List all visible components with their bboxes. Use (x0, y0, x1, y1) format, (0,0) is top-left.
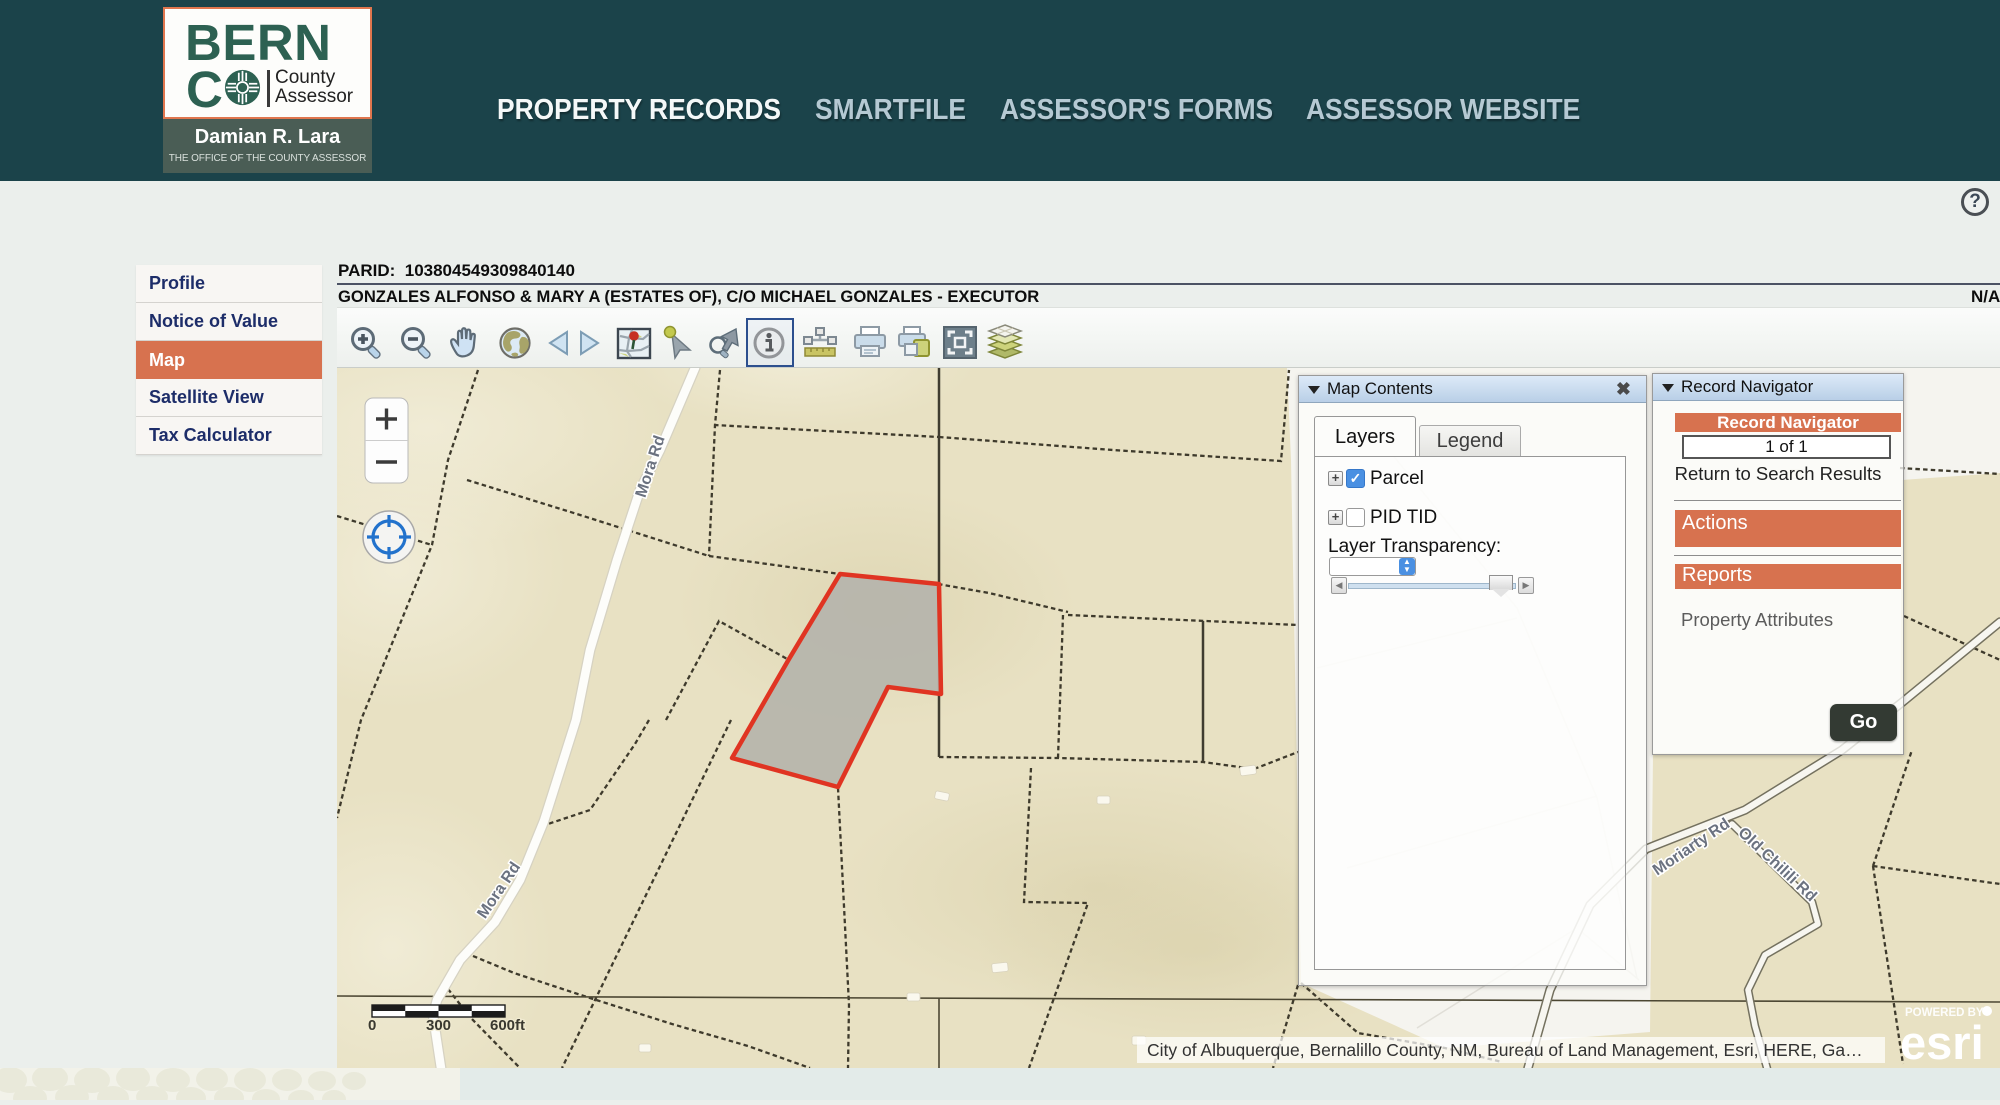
svg-text:600ft: 600ft (490, 1017, 525, 1034)
svg-text:City of Albuquerque, Bernalill: City of Albuquerque, Bernalillo County, … (1147, 1040, 1863, 1060)
svg-text:0: 0 (368, 1017, 376, 1034)
svg-text:300: 300 (426, 1017, 451, 1034)
svg-text:esri: esri (1900, 1016, 1984, 1068)
